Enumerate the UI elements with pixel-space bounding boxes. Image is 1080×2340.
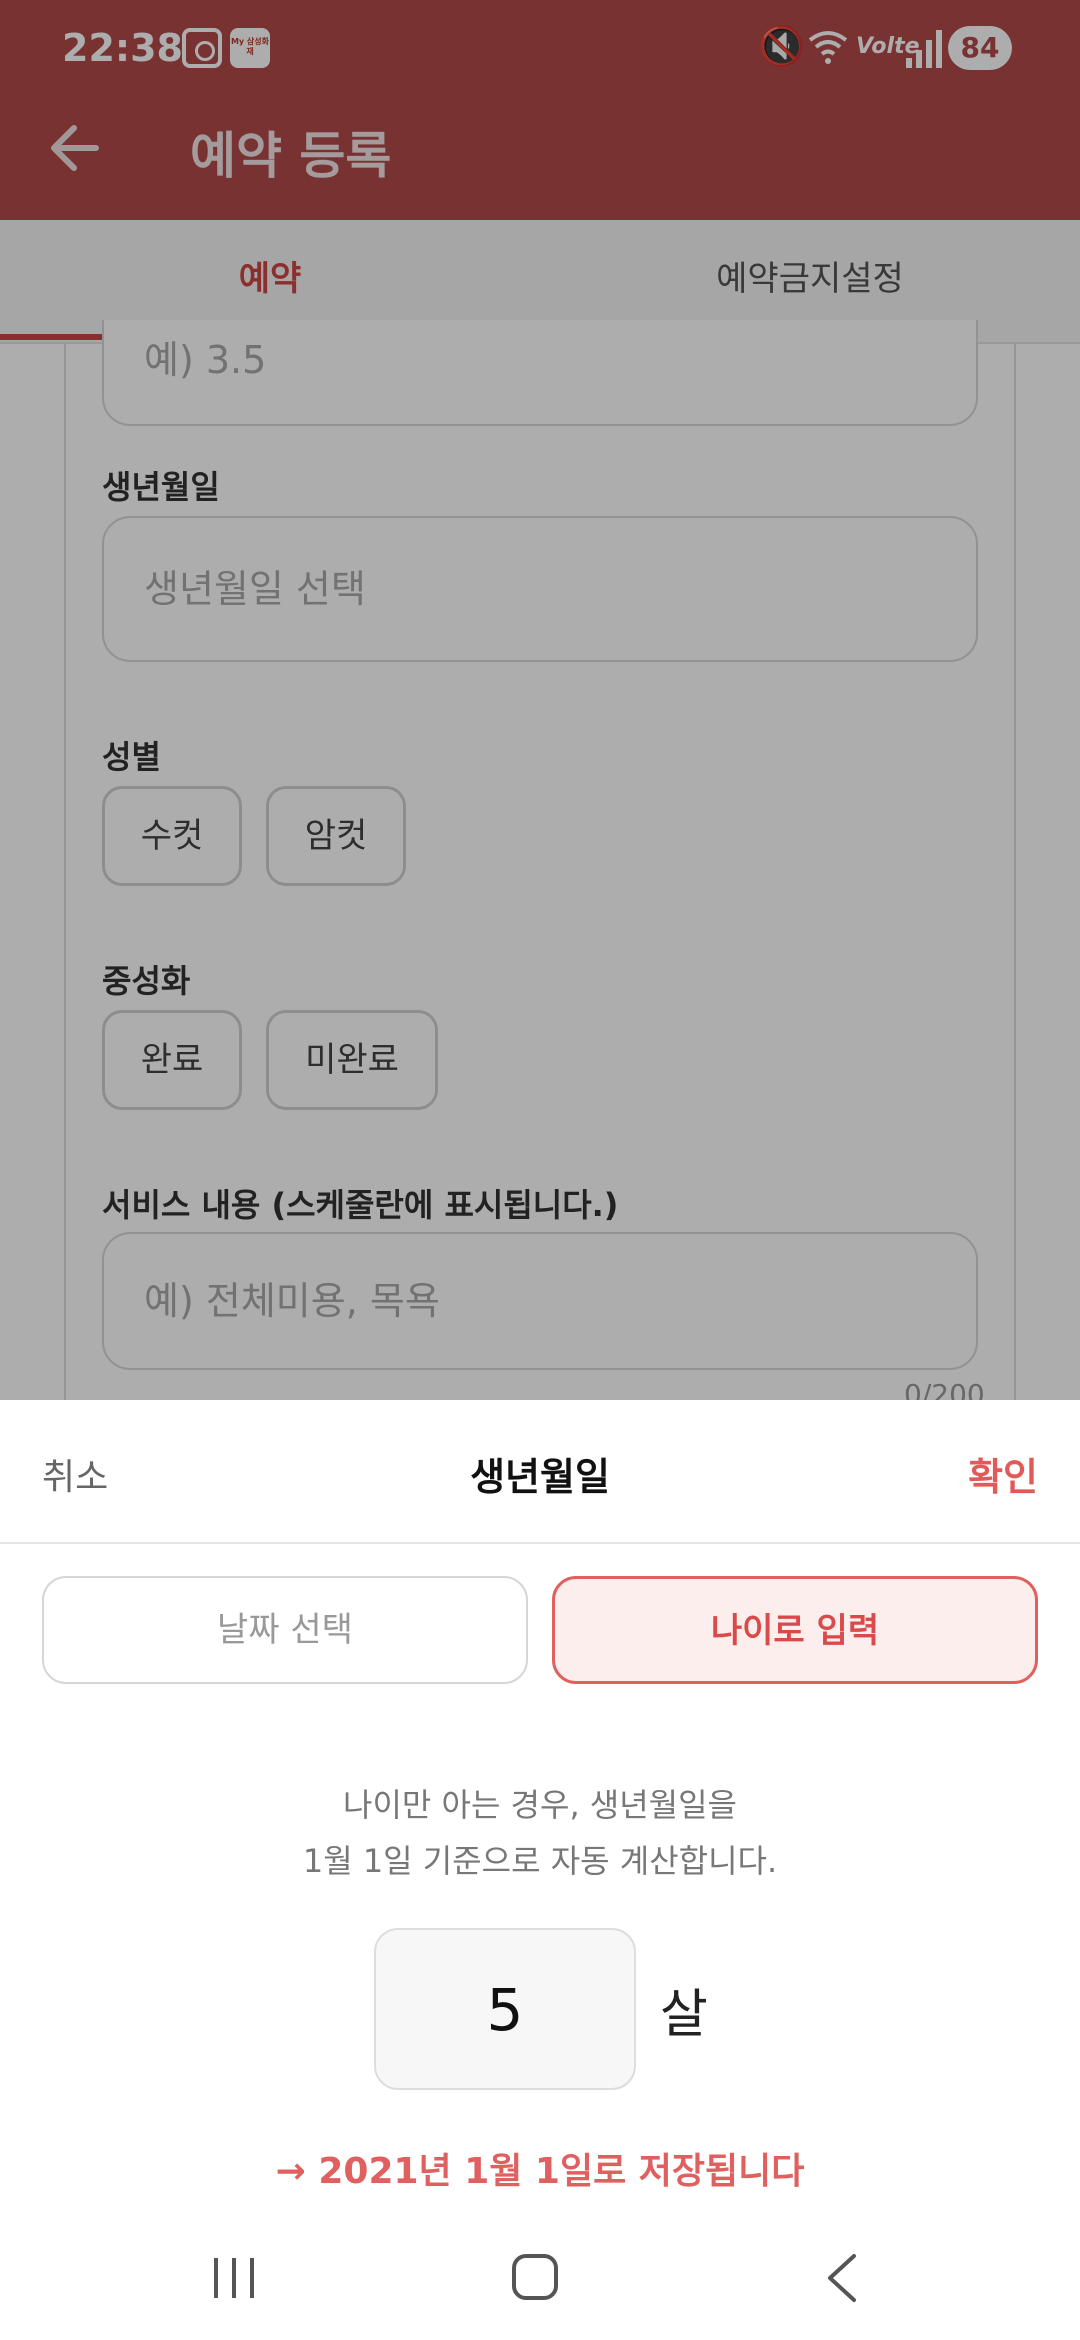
age-description-line2: 1월 1일 기준으로 자동 계산합니다. — [302, 1842, 778, 1880]
nav-back-icon[interactable] — [820, 2252, 864, 2304]
age-description-line1: 나이만 아는 경우, 생년월일을 — [343, 1786, 737, 1824]
age-input[interactable]: 5 — [374, 1928, 636, 2090]
dim-overlay[interactable] — [0, 0, 1080, 1400]
calculated-date-notice: → 2021년 1월 1일로 저장됩니다 — [275, 2151, 805, 2192]
sheet-header: 취소 생년월일 확인 — [0, 1400, 1080, 1544]
confirm-button[interactable]: 확인 — [968, 1446, 1038, 1501]
age-unit-label: 살 — [660, 1985, 708, 2045]
age-input-toggle[interactable]: 나이로 입력 — [552, 1576, 1038, 1684]
birthdate-bottom-sheet: 취소 생년월일 확인 날짜 선택 나이로 입력 나이만 아는 경우, 생년월일을… — [0, 1400, 1080, 2340]
sheet-title: 생년월일 — [470, 1455, 610, 1499]
date-select-toggle[interactable]: 날짜 선택 — [42, 1576, 528, 1684]
system-nav-bar — [0, 2240, 1080, 2340]
recent-apps-icon[interactable] — [214, 2258, 258, 2298]
home-icon[interactable] — [512, 2254, 558, 2300]
